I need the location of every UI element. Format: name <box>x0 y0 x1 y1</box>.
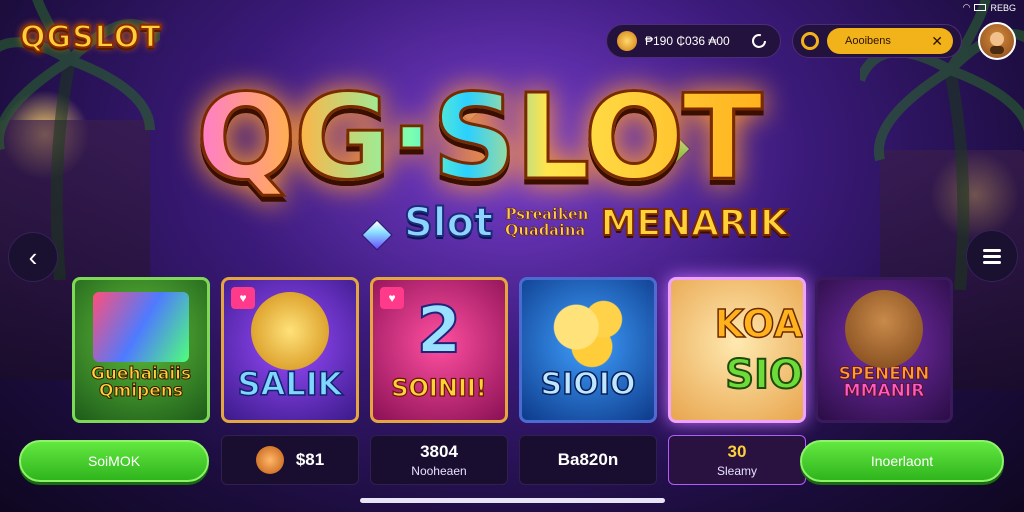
hero-sub-small: Psreaiken Quadaina <box>505 206 589 239</box>
hero-subtitle: Slot Psreaiken Quadaina MENARIK <box>403 199 789 247</box>
bear-character-art <box>845 290 923 368</box>
coin-character-art <box>251 292 329 370</box>
game-title-line: Qmipens <box>99 381 184 401</box>
gem-decoration <box>361 219 393 251</box>
user-avatar-icon <box>990 32 1004 54</box>
right-action-button[interactable]: Inoerlaont <box>800 440 1004 482</box>
stat-card[interactable]: Ba820n <box>519 435 657 485</box>
hero-sub-slot: Slot <box>403 199 494 247</box>
stat-label: Sleamy <box>716 464 757 478</box>
hero-sub-menarik: MENARIK <box>600 202 789 245</box>
back-button[interactable]: ‹ <box>8 232 58 282</box>
game-title-line: SIO <box>724 351 803 399</box>
menu-icon <box>983 249 1001 264</box>
game-title: SALIK <box>237 365 343 403</box>
game-title: Guehaiaiis Qmipens <box>90 365 191 401</box>
game-tile[interactable]: ♥ SALIK <box>221 277 359 423</box>
left-action-button[interactable]: SoiMOK <box>19 440 209 482</box>
fox-character-icon <box>255 446 284 474</box>
search-pill[interactable]: Aooibens ✕ <box>792 24 962 58</box>
stat-card-selected[interactable]: 30 Sleamy <box>668 435 806 485</box>
stat-value: $81 <box>295 450 325 469</box>
status-bar: ◠ REBG <box>963 2 1016 13</box>
avatar[interactable] <box>978 22 1016 60</box>
game-title: SIOIO <box>540 367 636 402</box>
battery-icon <box>974 4 987 11</box>
search-field-text: Aooibens <box>845 35 891 47</box>
stat-card[interactable]: $81 <box>221 435 359 485</box>
scroll-indicator[interactable] <box>360 498 665 503</box>
app-logo[interactable]: QGSLOT <box>19 19 162 56</box>
game-title-line: KOA <box>714 301 803 347</box>
number-art: 2 <box>416 293 463 369</box>
coin-icon <box>617 31 637 51</box>
game-tile[interactable]: SIOIO <box>519 277 657 423</box>
wifi-icon: ◠ <box>962 2 971 12</box>
game-title: SPENENN MMANIR <box>838 365 929 401</box>
game-tile[interactable]: ♥ 2 SOINII! <box>370 277 508 423</box>
heart-icon: ♥ <box>231 287 255 309</box>
game-title: SOINII! <box>391 374 488 402</box>
stat-label: Nooheaen <box>411 464 467 478</box>
stat-value: 30 <box>727 442 747 461</box>
balance-pill[interactable]: ₱190 ₵036 ₳00 <box>606 24 781 58</box>
balance-value: ₱190 ₵036 ₳00 <box>645 34 730 48</box>
hero-sub-small-2: Quadaina <box>505 221 586 239</box>
game-title-line: MMANIR <box>843 381 925 401</box>
status-text: REBG <box>990 2 1016 13</box>
gold-coins-art <box>549 292 627 370</box>
cards-art <box>93 292 189 362</box>
refresh-icon[interactable] <box>746 28 772 54</box>
coin-icon <box>801 32 819 50</box>
stat-card[interactable]: 3804 Nooheaen <box>370 435 508 485</box>
menu-button[interactable] <box>966 230 1018 282</box>
close-icon[interactable]: ✕ <box>931 33 943 50</box>
stat-value: Ba820n <box>557 450 619 469</box>
hero-title: QG·SLOT <box>195 68 765 206</box>
game-tile[interactable]: SPENENN MMANIR <box>815 277 953 423</box>
game-tile-selected[interactable]: KOA SIO <box>668 277 806 423</box>
search-field[interactable]: Aooibens ✕ <box>827 28 953 54</box>
back-icon: ‹ <box>28 241 38 272</box>
game-tile[interactable]: Guehaiaiis Qmipens <box>72 277 210 423</box>
stat-value: 3804 <box>420 442 458 461</box>
